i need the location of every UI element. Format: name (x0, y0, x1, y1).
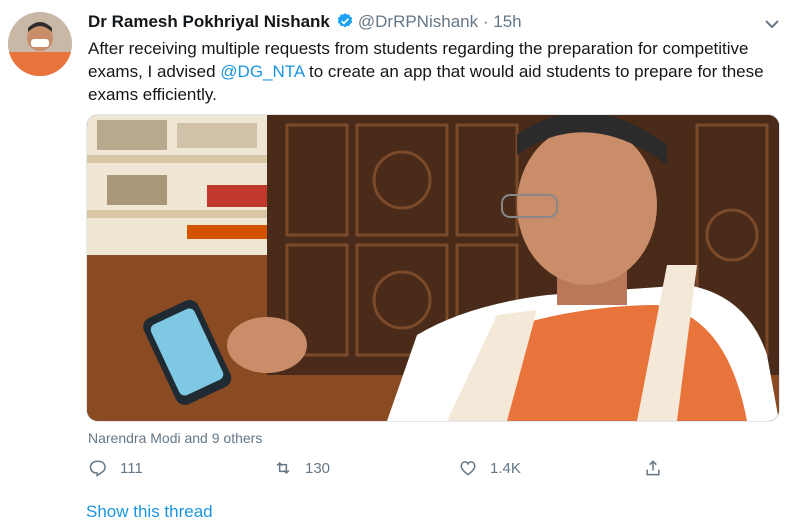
show-thread-link[interactable]: Show this thread (86, 502, 213, 522)
like-icon (460, 461, 476, 476)
retweet-count: 130 (305, 459, 331, 477)
reply-icon (89, 460, 106, 477)
reply-count: 111 (120, 459, 143, 477)
chevron-down-icon[interactable] (762, 14, 782, 34)
separator-dot: · (482, 12, 489, 31)
photo-illustration (87, 115, 779, 421)
like-button[interactable]: 1.4K (458, 456, 521, 480)
verified-badge-icon (336, 12, 354, 35)
author-handle[interactable]: @DrRPNishank (358, 12, 478, 31)
retweet-button[interactable]: 130 (273, 456, 330, 480)
share-button[interactable] (643, 456, 675, 480)
reply-button[interactable]: 111 (88, 456, 143, 480)
retweet-icon (276, 461, 290, 475)
mention-link[interactable]: @DG_NTA (220, 62, 304, 81)
tweet-actions: 111 130 1.4K (88, 456, 688, 480)
tweet-header: Dr Ramesh Pokhriyal Nishank @DrRPNishank … (88, 12, 522, 35)
tweet-card[interactable]: Dr Ramesh Pokhriyal Nishank @DrRPNishank … (0, 0, 800, 486)
likes-summary[interactable]: Narendra Modi and 9 others (88, 430, 262, 446)
like-count: 1.4K (490, 459, 521, 477)
tweet-text: After receiving multiple requests from s… (88, 37, 778, 106)
timestamp[interactable]: 15h (493, 12, 521, 31)
author-name[interactable]: Dr Ramesh Pokhriyal Nishank (88, 12, 330, 31)
tweet-photo[interactable] (86, 114, 780, 422)
avatar[interactable] (8, 12, 72, 76)
share-icon (646, 460, 660, 476)
